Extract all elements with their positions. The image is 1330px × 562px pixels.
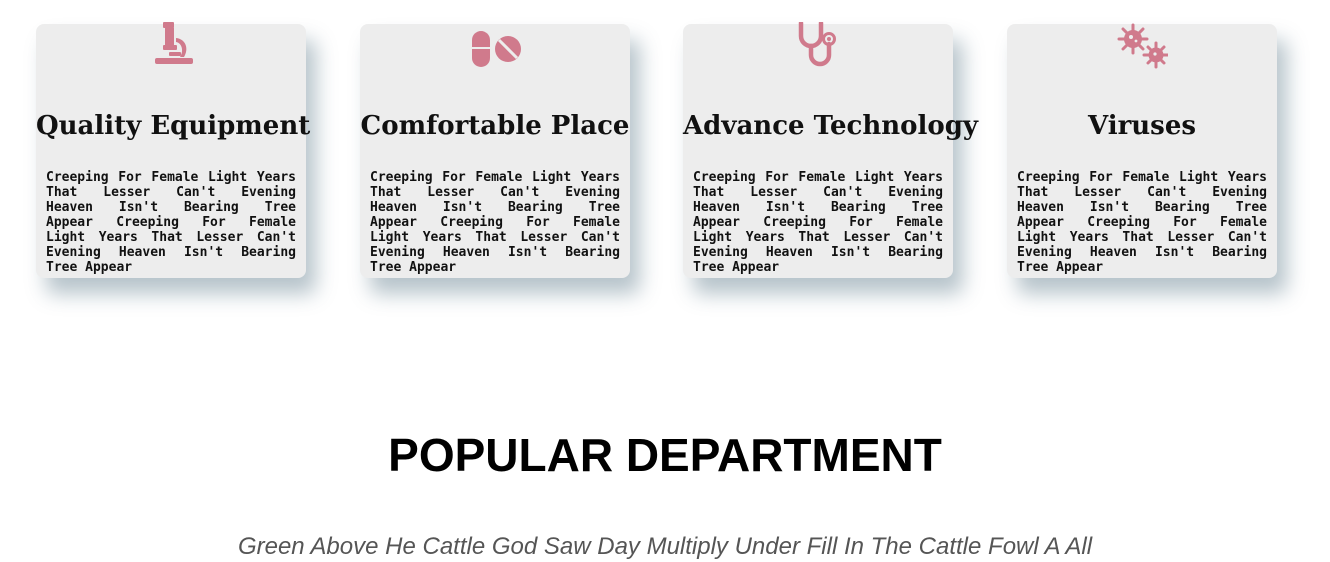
feature-title: Quality Equipment — [36, 111, 311, 141]
feature-title: Viruses — [1087, 111, 1196, 141]
section-subtitle: Green Above He Cattle God Saw Day Multip… — [237, 533, 1093, 560]
features-section: Quality Equipment Creeping For Female Li… — [0, 0, 1330, 300]
feature-title: Advance Technology — [683, 111, 979, 141]
feature-text: Creeping For Female Light Years That Les… — [370, 170, 620, 275]
virus-icon — [1116, 22, 1168, 70]
feature-card-viruses: Viruses Creeping For Female Light Years … — [1007, 22, 1277, 278]
feature-text: Creeping For Female Light Years That Les… — [693, 170, 943, 275]
feature-card-advance-technology: Advance Technology Creeping For Female L… — [683, 22, 979, 278]
pills-icon — [469, 22, 521, 70]
feature-card-comfortable-place: Comfortable Place Creeping For Female Li… — [360, 24, 630, 278]
stethoscope-icon — [792, 22, 844, 70]
feature-title: Comfortable Place — [360, 111, 630, 141]
feature-text: Creeping For Female Light Years That Les… — [46, 170, 296, 275]
microscope-icon — [145, 22, 197, 70]
feature-text: Creeping For Female Light Years That Les… — [1017, 170, 1267, 275]
section-title: POPULAR DEPARTMENT — [388, 429, 942, 481]
feature-card-quality-equipment: Quality Equipment Creeping For Female Li… — [36, 22, 311, 278]
